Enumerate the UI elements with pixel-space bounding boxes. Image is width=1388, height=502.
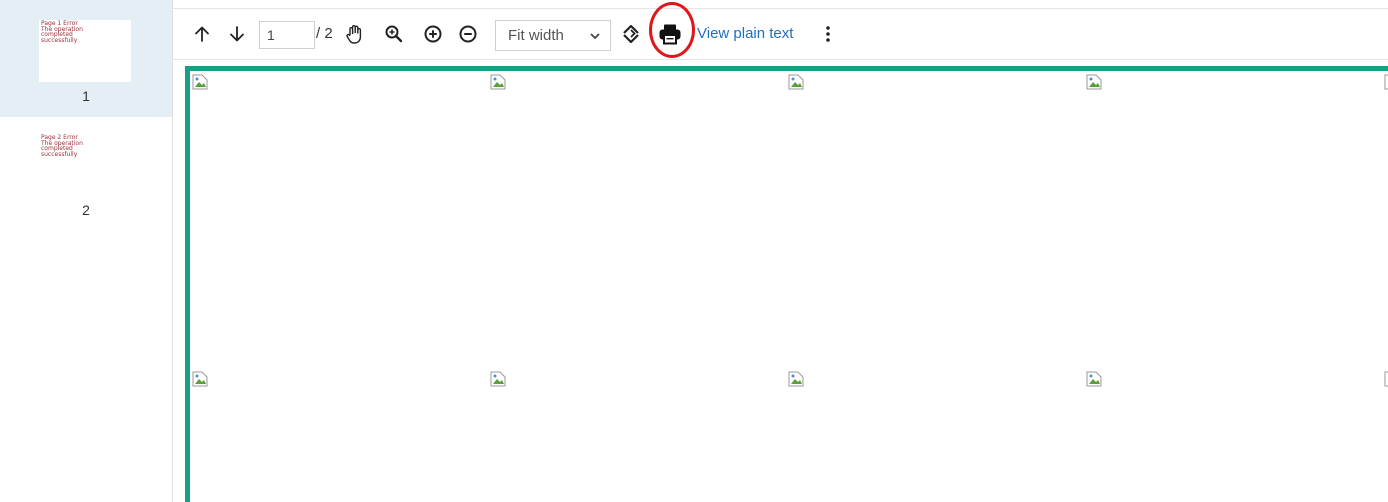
broken-image-icon [788, 371, 804, 387]
thumbnail-preview-text: Page 1 Error The operation completed suc… [41, 20, 83, 44]
hand-icon [346, 25, 362, 44]
broken-image-icon [788, 74, 804, 90]
thumbnail-preview: Page 2 Error The operation completed suc… [39, 134, 131, 196]
thumbnail-page-1[interactable]: Page 1 Error The operation completed suc… [0, 0, 172, 117]
zoom-search-button[interactable] [380, 9, 408, 59]
rotate-button[interactable] [617, 9, 645, 59]
broken-image-icon [192, 371, 208, 387]
document-page [185, 66, 1388, 502]
arrow-up-icon [195, 26, 209, 42]
pdf-viewer: Page 1 Error The operation completed suc… [0, 0, 1388, 502]
print-icon [659, 24, 681, 45]
viewer-toolbar: 1 / 2 Fit width View plain text [173, 2, 1388, 60]
more-vertical-icon [826, 26, 830, 42]
arrow-down-icon [230, 26, 244, 42]
zoom-select[interactable]: Fit width [495, 20, 611, 51]
zoom-search-icon [385, 25, 403, 43]
thumbnail-preview: Page 1 Error The operation completed suc… [39, 20, 131, 82]
broken-image-icon [1384, 371, 1388, 387]
zoom-out-button[interactable] [454, 9, 482, 59]
more-options-button[interactable] [819, 9, 837, 59]
next-page-button[interactable] [223, 9, 251, 59]
view-plain-text-link[interactable]: View plain text [697, 9, 793, 59]
rotate-icon [623, 24, 639, 44]
print-button[interactable] [655, 9, 685, 59]
page-number-input[interactable]: 1 [259, 21, 315, 49]
thumbnail-page-number: 2 [82, 202, 90, 218]
zoom-in-icon [424, 25, 442, 43]
broken-image-icon [490, 74, 506, 90]
pan-tool-button[interactable] [341, 9, 369, 59]
broken-image-icon [490, 371, 506, 387]
broken-image-icon [1086, 371, 1102, 387]
sidebar-divider [172, 0, 173, 502]
thumbnail-preview-text: Page 2 Error The operation completed suc… [41, 134, 83, 158]
broken-image-icon [1086, 74, 1102, 90]
zoom-in-button[interactable] [419, 9, 447, 59]
broken-image-icon [1384, 74, 1388, 90]
zoom-select-value: Fit width [508, 27, 564, 44]
broken-image-icon [192, 74, 208, 90]
thumbnail-sidebar: Page 1 Error The operation completed suc… [0, 0, 172, 502]
thumbnail-page-2[interactable]: Page 2 Error The operation completed suc… [0, 117, 172, 227]
page-total-label: / 2 [316, 25, 333, 42]
chevron-down-icon [590, 33, 600, 40]
thumbnail-page-number: 1 [82, 88, 90, 104]
previous-page-button[interactable] [188, 9, 216, 59]
zoom-out-icon [459, 25, 477, 43]
